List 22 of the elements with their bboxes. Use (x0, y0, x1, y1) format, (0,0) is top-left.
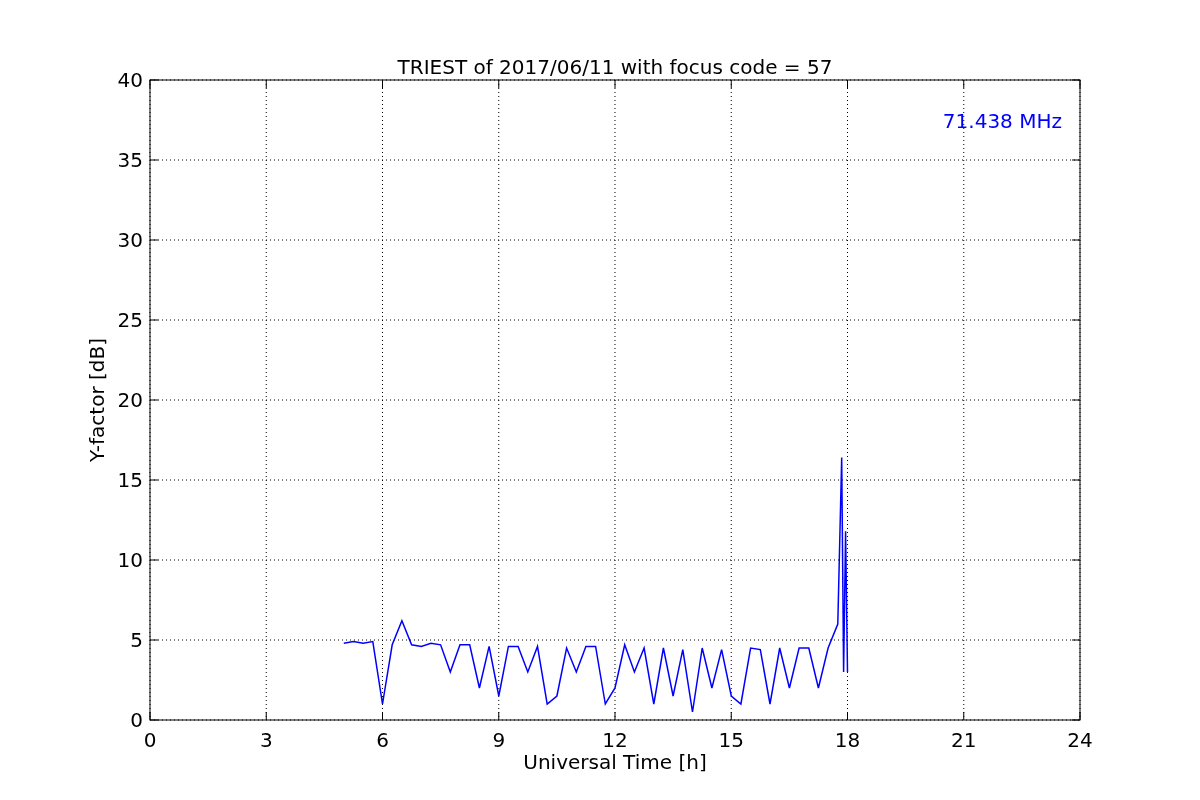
x-tick-label: 15 (718, 728, 744, 752)
x-tick-label: 6 (376, 728, 389, 752)
y-tick-label: 15 (117, 468, 143, 492)
y-tick-label: 0 (130, 708, 143, 732)
x-tick-label: 0 (143, 728, 157, 752)
y-tick-label: 35 (117, 148, 143, 172)
y-tick-label: 25 (117, 308, 143, 332)
x-tick-label: 18 (834, 728, 861, 752)
x-tick-label: 12 (602, 728, 628, 752)
x-tick-label: 21 (951, 728, 977, 752)
y-tick-label: 5 (130, 628, 143, 652)
y-tick-label: 20 (117, 388, 143, 412)
x-tick-label: 9 (492, 728, 506, 752)
y-tick-label: 40 (117, 68, 143, 92)
y-tick-label: 30 (117, 228, 143, 252)
y-axis-label: Y-factor [dB] (85, 338, 109, 462)
y-tick-label: 10 (117, 548, 143, 572)
series-label: 71.438 MHz (942, 109, 1062, 133)
x-tick-label: 3 (259, 728, 273, 752)
x-axis-label: Universal Time [h] (523, 750, 707, 774)
x-tick-label: 24 (1067, 728, 1093, 752)
chart-title: TRIEST of 2017/06/11 with focus code = 57 (397, 55, 833, 79)
